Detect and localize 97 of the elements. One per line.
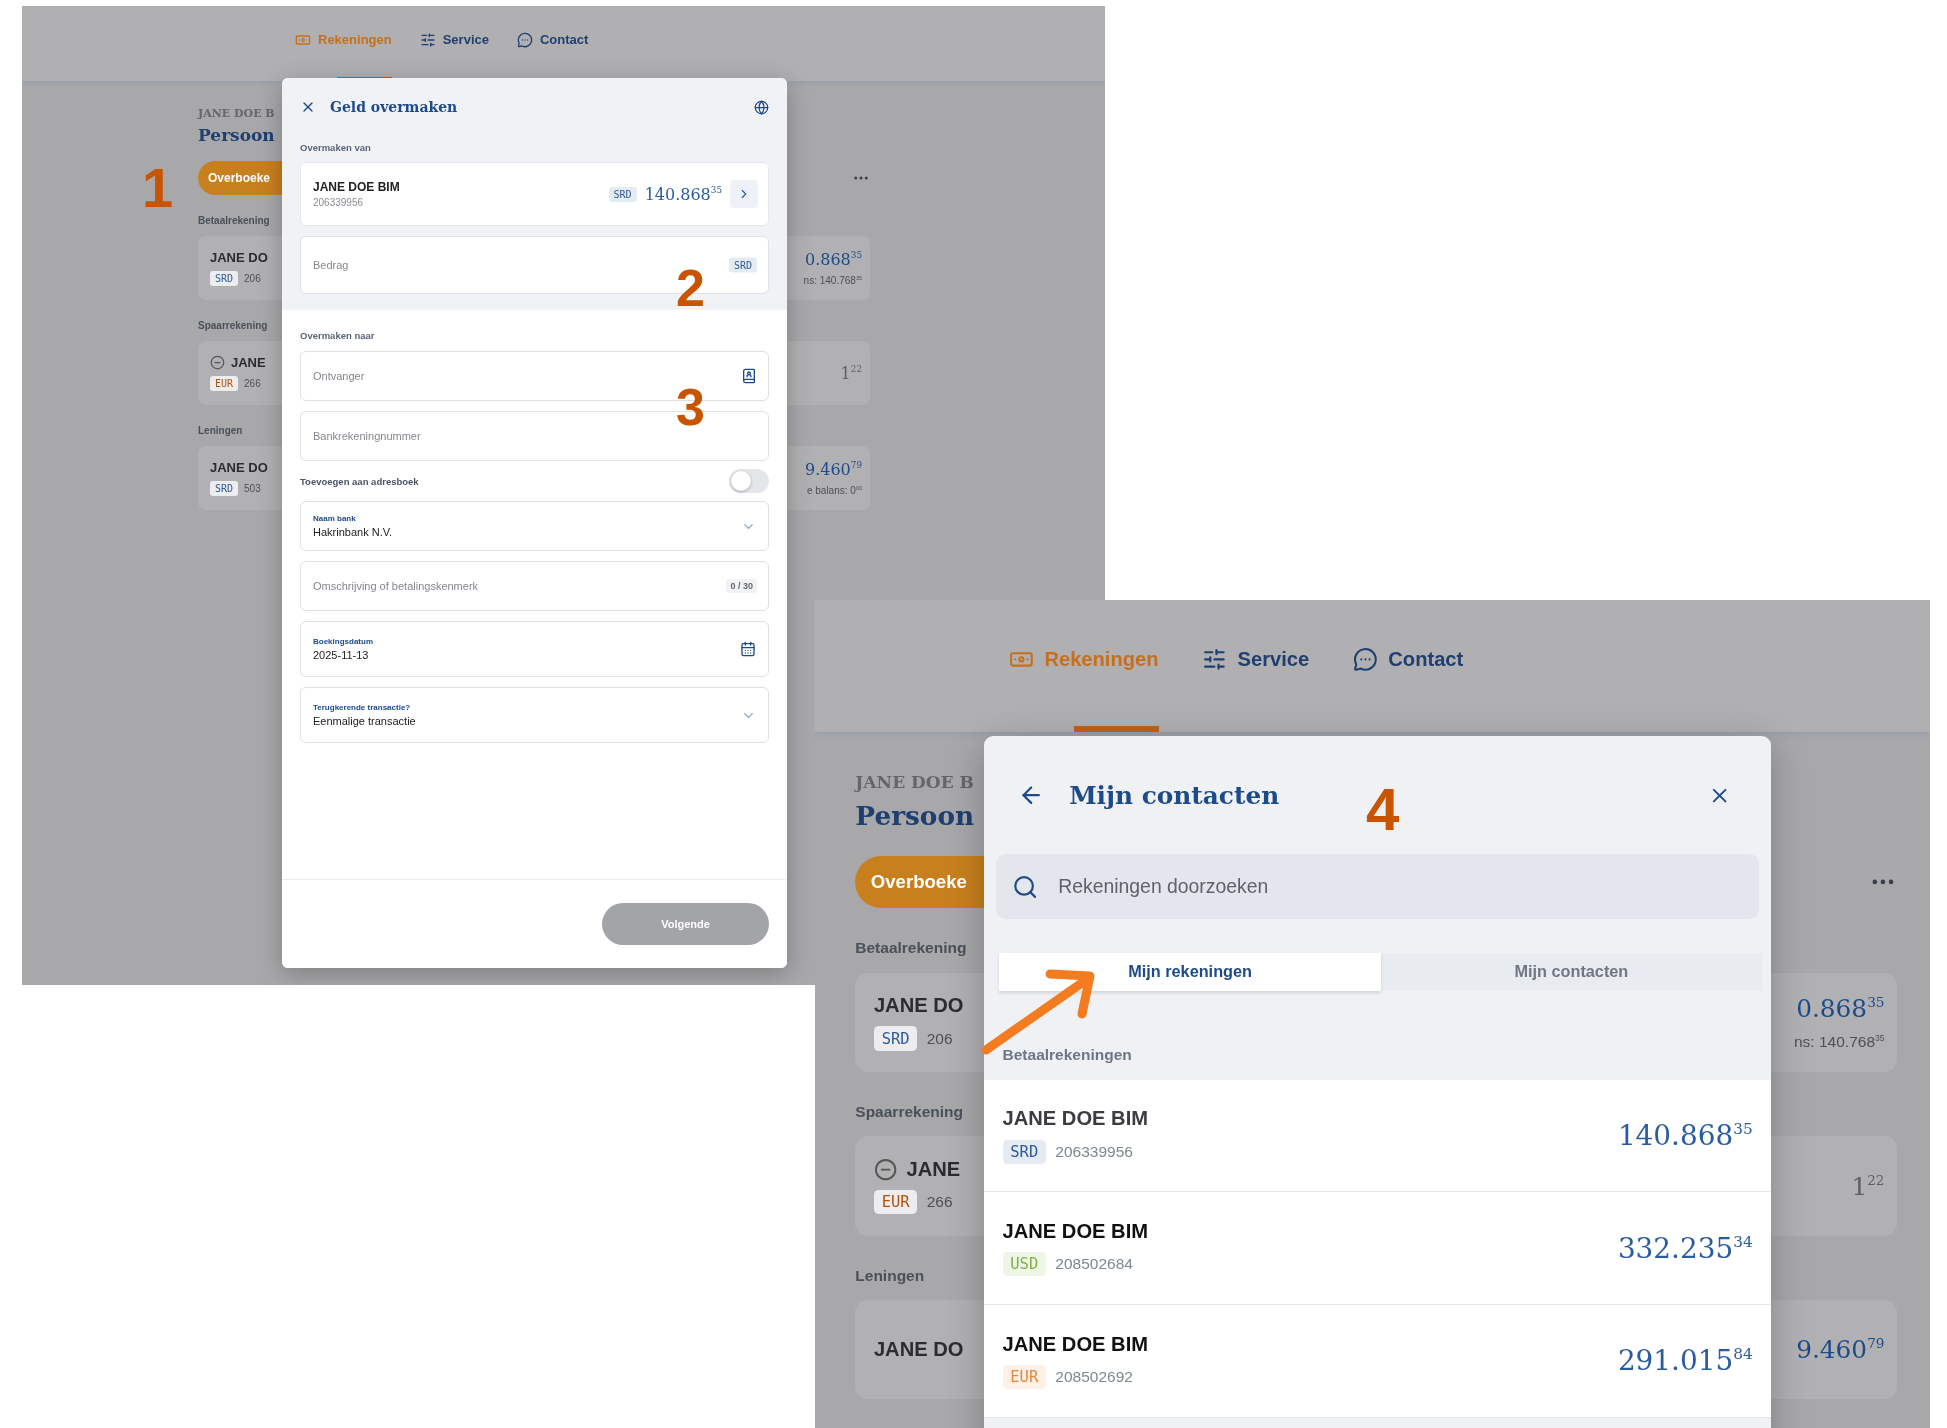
account-balance: 1$^{22}$ (1851, 1171, 1885, 1201)
account-balance: 0.868$^{35}$ (1796, 994, 1885, 1024)
currency-tag: EUR (1002, 1364, 1047, 1390)
account-name: JANE DO (210, 250, 268, 265)
balance-note: ns: 140.768$^{35}$ (803, 275, 862, 286)
account-name: JANE (906, 1157, 961, 1181)
account-row[interactable]: JANE DOE BIM USD 208502684 332.235$^{34}$ (983, 1192, 1772, 1306)
date-field[interactable]: Boekingsdatum 2025-11-13 (300, 621, 769, 677)
field-label: Naam bank (313, 514, 356, 523)
section-heading: Betaalrekening (198, 215, 270, 226)
sliders-icon (419, 31, 436, 48)
account-name: JANE DOE BIM (1002, 1107, 1148, 1131)
account-number: 206 (926, 1029, 953, 1048)
account-number: 503 (244, 483, 261, 494)
minus-circle-icon (873, 1157, 898, 1181)
section-label: Overmaken naar (300, 330, 375, 341)
account-name: JANE DOE BIM (1002, 1220, 1148, 1243)
section-heading: Leningen (198, 425, 243, 436)
chat-bubble-icon (1352, 647, 1378, 673)
tab[interactable]: Mijn contacten (1380, 953, 1763, 991)
account-card[interactable]: JANE DO SRD 206 (855, 972, 986, 1072)
nav-link[interactable]: Contact (1352, 647, 1464, 673)
step-number: 1 (142, 160, 174, 216)
search-icon (1011, 873, 1039, 900)
account-number: 206339956 (1055, 1142, 1133, 1161)
currency-tag: USD (1002, 1252, 1047, 1277)
account-name: JANE DO (873, 994, 964, 1018)
account-balance: 1$^{22}$ (840, 363, 862, 383)
minus-circle-icon (210, 355, 225, 370)
calendar-icon[interactable] (740, 641, 756, 657)
currency-tag: SRD (728, 257, 757, 273)
search-field[interactable]: Rekeningen doorzoeken (996, 854, 1759, 920)
field-label: Terugkerende transactie? (313, 703, 411, 712)
toggle-label: Toevoegen aan adresboek (300, 475, 419, 487)
account-card[interactable]: JANE DO SRD 206 (198, 236, 282, 300)
nav-link[interactable]: Service (1201, 647, 1310, 673)
nav-link[interactable]: Contact (516, 31, 589, 48)
account-balance: 332.235$^{34}$ (1617, 1231, 1753, 1265)
account-number: 266 (244, 378, 261, 389)
account-number: 266 (926, 1193, 953, 1212)
account-name: JANE DO (210, 460, 268, 475)
account-name: JANE DO (873, 1338, 964, 1362)
account-card[interactable]: JANE DO SRD 503 (198, 446, 282, 510)
section-heading: Spaarrekening (198, 320, 268, 331)
account-number: 206 (244, 273, 261, 284)
currency-tag: SRD (1002, 1139, 1047, 1164)
currency-tag: EUR (873, 1190, 918, 1215)
field-label: Boekingsdatum (313, 637, 373, 646)
contact-book-icon[interactable] (741, 368, 757, 384)
account-balance: 140.868$^{35}$ (1617, 1119, 1753, 1153)
select-field[interactable]: Naam bank Hakrinbank N.V. (300, 501, 769, 551)
account-balance: 9.460$^{79}$ (805, 460, 862, 479)
account-row[interactable]: JANE DOE BIM EUR 208502692 291.015$^{84}$ (983, 1305, 1772, 1418)
currency-tag: SRD (210, 271, 239, 286)
tab[interactable]: Mijn rekeningen (999, 953, 1381, 991)
balance-note: ns: 140.768$^{35}$ (1794, 1032, 1885, 1051)
field-value: Hakrinbank N.V. (313, 526, 393, 538)
account-card[interactable]: JANE DO (855, 1300, 986, 1400)
field-value: Eenmalige transactie (313, 715, 416, 727)
currency-tag: SRD (608, 186, 637, 202)
toggle-switch[interactable] (729, 469, 769, 493)
globe-icon[interactable] (754, 99, 769, 115)
account-name: JANE DOE BIM (313, 180, 400, 194)
account-balance: 140.868$^{35}$ (644, 184, 722, 204)
currency-tag: SRD (210, 481, 239, 496)
account-card[interactable]: JANE EUR 266 (855, 1136, 986, 1236)
chat-bubble-icon (516, 31, 533, 48)
account-balance: 291.015$^{84}$ (1617, 1344, 1753, 1378)
section-label: Betaalrekeningen (1002, 1046, 1132, 1065)
field-value: 2025-11-13 (313, 649, 369, 661)
section-heading: Leningen (855, 1266, 925, 1285)
nav-link[interactable]: Service (419, 31, 489, 48)
page-title: Persoon (198, 125, 275, 145)
account-balance: 9.460$^{79}$ (1796, 1335, 1885, 1365)
currency-tag: EUR (210, 376, 239, 391)
sliders-icon (1201, 647, 1227, 673)
source-account-card[interactable]: JANE DOE BIM 206339956 SRD 140.868$^{35}$ (300, 162, 769, 226)
step-number: 4 (1366, 780, 1400, 840)
character-counter: 0 / 30 (726, 579, 757, 593)
account-owner: JANE DOE B (198, 107, 275, 120)
account-number: 208502684 (1055, 1255, 1133, 1274)
account-row[interactable]: JANE DOE BIM SRD 206339956 140.868$^{35}$ (983, 1079, 1772, 1193)
account-owner: JANE DOE B (855, 772, 974, 793)
section-heading: Spaarrekening (855, 1102, 963, 1121)
dialog-title: Geld overmaken (330, 99, 458, 115)
section-heading: Betaalrekening (855, 939, 967, 958)
account-name: JANE DOE BIM (1002, 1332, 1148, 1356)
account-number: 206339956 (313, 197, 364, 208)
account-balance: 0.868$^{35}$ (805, 250, 862, 269)
section-label: Overmaken van (300, 142, 371, 153)
currency-tag: SRD (873, 1026, 918, 1051)
select-field[interactable]: Terugkerende transactie? Eenmalige transactie (300, 687, 769, 743)
account-number: 208502692 (1055, 1368, 1133, 1386)
dialog-title: Mijn contacten (1069, 780, 1280, 810)
account-card[interactable]: JANE EUR 266 (198, 341, 282, 405)
account-name: JANE (231, 355, 266, 370)
page-title: Persoon (855, 799, 975, 831)
